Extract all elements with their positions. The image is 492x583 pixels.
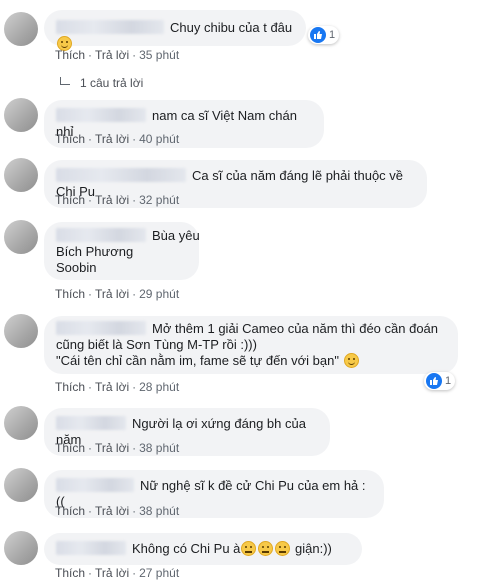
comment-meta: Thích · Trả lời · 29 phút	[55, 287, 180, 301]
reply-link[interactable]: Trả lời	[95, 132, 129, 146]
like-link[interactable]: Thích	[55, 380, 85, 394]
reply-link[interactable]: Trả lời	[95, 504, 129, 518]
comment-meta: Thích · Trả lời · 38 phút	[55, 504, 180, 518]
comment-text: Không có Chi Pu à	[132, 541, 241, 556]
timestamp[interactable]: 28 phút	[139, 380, 179, 394]
avatar[interactable]	[4, 220, 38, 254]
author-name-blurred[interactable]	[56, 108, 146, 122]
reply-link[interactable]: Trả lời	[95, 441, 129, 455]
reply-link[interactable]: Trả lời	[95, 48, 129, 62]
comment-meta: Thích · Trả lời · 32 phút	[55, 193, 180, 207]
like-link[interactable]: Thích	[55, 504, 85, 518]
like-link[interactable]: Thích	[55, 193, 85, 207]
avatar[interactable]	[4, 406, 38, 440]
comment-meta: Thích · Trả lời · 40 phút	[55, 132, 180, 146]
author-name-blurred[interactable]	[56, 478, 134, 492]
unamused-emoji-icon	[241, 541, 257, 556]
avatar[interactable]	[4, 314, 38, 348]
unamused-emoji-icon	[275, 541, 291, 556]
timestamp[interactable]: 27 phút	[139, 566, 179, 580]
comment-text-line: cũng biết là Sơn Tùng M-TP rồi :)))	[56, 337, 257, 352]
view-replies-link[interactable]: 1 câu trả lời	[60, 76, 143, 90]
author-name-blurred[interactable]	[56, 321, 146, 335]
avatar[interactable]	[4, 98, 38, 132]
timestamp[interactable]: 35 phút	[139, 48, 179, 62]
comment-text-line: Mở thêm 1 giải Cameo của năm thì đéo cần…	[152, 321, 439, 336]
comment-bubble: Không có Chi Pu à giận:))	[44, 533, 362, 565]
timestamp[interactable]: 32 phút	[139, 193, 179, 207]
comment-bubble: Bùa yêu Bích Phương Soobin	[44, 222, 200, 280]
like-link[interactable]: Thích	[55, 566, 85, 580]
author-name-blurred[interactable]	[56, 541, 126, 555]
author-name-blurred[interactable]	[56, 20, 164, 34]
avatar[interactable]	[4, 12, 38, 46]
author-name-blurred[interactable]	[56, 228, 146, 242]
comment-text: giận:))	[291, 541, 332, 556]
comment-text-line: Bùa yêu	[152, 228, 200, 243]
timestamp[interactable]: 40 phút	[139, 132, 179, 146]
like-link[interactable]: Thích	[55, 441, 85, 455]
timestamp[interactable]: 38 phút	[139, 441, 179, 455]
reply-link[interactable]: Trả lời	[95, 287, 129, 301]
comment-meta: Thích · Trả lời · 38 phút	[55, 441, 180, 455]
avatar[interactable]	[4, 531, 38, 565]
unamused-emoji-icon	[258, 541, 274, 556]
author-name-blurred[interactable]	[56, 416, 126, 430]
comment-text-line: Soobin	[56, 260, 97, 275]
like-link[interactable]: Thích	[55, 287, 85, 301]
reply-link[interactable]: Trả lời	[95, 380, 129, 394]
like-icon	[426, 373, 442, 389]
like-link[interactable]: Thích	[55, 132, 85, 146]
comment-meta: Thích · Trả lời · 35 phút	[55, 48, 180, 62]
like-icon	[310, 27, 326, 43]
avatar[interactable]	[4, 468, 38, 502]
comment-bubble: Mở thêm 1 giải Cameo của năm thì đéo cần…	[44, 316, 458, 374]
author-name-blurred[interactable]	[56, 168, 186, 182]
comment-text: Chuy chibu của t đâu	[170, 20, 293, 35]
like-link[interactable]: Thích	[55, 48, 85, 62]
reaction-count[interactable]: 1	[308, 26, 340, 44]
comment-meta: Thích · Trả lời · 27 phút	[55, 566, 180, 580]
reply-link[interactable]: Trả lời	[95, 193, 129, 207]
comment-meta: Thích · Trả lời · 28 phút	[55, 380, 180, 394]
timestamp[interactable]: 29 phút	[139, 287, 179, 301]
reaction-count[interactable]: 1	[424, 372, 456, 390]
reply-link[interactable]: Trả lời	[95, 566, 129, 580]
timestamp[interactable]: 38 phút	[139, 504, 179, 518]
comment-text-line: "Cái tên chỉ cần nằm im, fame sẽ tự đến …	[56, 353, 339, 368]
reply-arrow-icon	[60, 77, 70, 85]
avatar[interactable]	[4, 158, 38, 192]
comment-text-line: Bích Phương	[56, 244, 134, 259]
smile-emoji-icon	[343, 353, 359, 368]
comment-bubble: Chuy chibu của t đâu	[44, 10, 306, 51]
